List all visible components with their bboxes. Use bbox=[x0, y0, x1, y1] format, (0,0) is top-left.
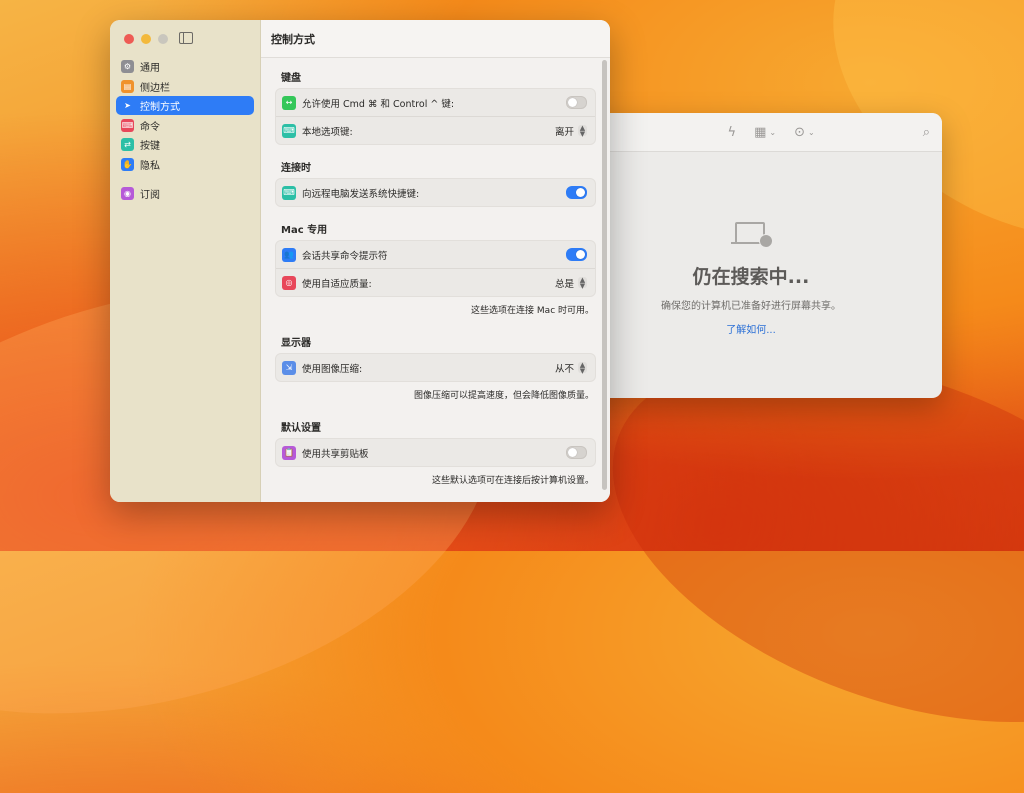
updown-chevron-icon: ▲ ▼ bbox=[578, 123, 587, 138]
sidebar-item-sidebar[interactable]: ▤ 侧边栏 bbox=[116, 77, 254, 96]
sidebar-icon: ▤ bbox=[121, 79, 134, 93]
section-title-defaults: 默认设置 bbox=[281, 423, 321, 434]
subscription-icon: ◉ bbox=[121, 187, 134, 200]
allow-cmd-toggle[interactable] bbox=[566, 96, 587, 109]
toolbar: ϟ ▦ ⌄ ⊙ ⌄ ⌕ bbox=[560, 113, 942, 152]
settings-group: ↔ 允许使用 Cmd ⌘ 和 Control ^ 键: ⌨ 本地选项键: 离开 … bbox=[275, 88, 596, 145]
sidebar-item-privacy[interactable]: ✋ 隐私 bbox=[116, 155, 254, 174]
laptop-clock-icon bbox=[731, 220, 773, 250]
sidebar-item-keys[interactable]: ⇄ 按键 bbox=[116, 135, 254, 154]
mac-only-note: 这些选项在连接 Mac 时可用。 bbox=[471, 306, 594, 316]
people-icon: 👥 bbox=[282, 247, 296, 262]
compression-row: ⇲ 使用图像压缩: 从不 ▲ ▼ bbox=[276, 354, 595, 381]
select-value: 从不 bbox=[554, 363, 574, 375]
sidebar-item-subscription[interactable]: ◉ 订阅 bbox=[116, 184, 254, 203]
searching-title: 仍在搜索中... bbox=[692, 266, 810, 288]
allow-cmd-row: ↔ 允许使用 Cmd ⌘ 和 Control ^ 键: bbox=[276, 89, 595, 116]
sidebar-item-control[interactable]: ➤ 控制方式 bbox=[116, 96, 254, 115]
updown-chevron-icon: ▲ ▼ bbox=[578, 360, 587, 375]
lightning-icon[interactable]: ϟ bbox=[728, 125, 737, 140]
share-prompt-row: 👥 会话共享命令提示符 bbox=[276, 241, 595, 268]
row-label: 使用共享剪贴板 bbox=[302, 448, 369, 460]
chevron-down-icon: ⌄ bbox=[769, 127, 777, 137]
adaptive-quality-select[interactable]: 总是 ▲ ▼ bbox=[555, 276, 587, 290]
grid-view-icon[interactable]: ▦ ⌄ bbox=[754, 125, 776, 140]
sidebar-item-label: 命令 bbox=[140, 121, 160, 133]
empty-state: 仍在搜索中... 确保您的计算机已准备好进行屏幕共享。 了解如何... bbox=[560, 152, 942, 336]
section-title-connected: 连接时 bbox=[281, 163, 311, 174]
settings-group: ⇲ 使用图像压缩: 从不 ▲ ▼ bbox=[275, 353, 596, 382]
sidebar: ⚙ 通用 ▤ 侧边栏 ➤ 控制方式 ⌨ 命令 ⇄ 按键 ✋ 隐私 ◉ 订阅 bbox=[110, 20, 261, 502]
close-button[interactable] bbox=[124, 34, 134, 44]
select-value: 总是 bbox=[554, 278, 574, 290]
display-note: 图像压缩可以提高速度，但会降低图像质量。 bbox=[413, 391, 594, 401]
sidebar-nav: ⚙ 通用 ▤ 侧边栏 ➤ 控制方式 ⌨ 命令 ⇄ 按键 ✋ 隐私 ◉ 订阅 bbox=[116, 57, 254, 204]
arrows-icon: ↔ bbox=[282, 95, 296, 110]
keys-icon: ⇄ bbox=[121, 138, 134, 151]
adaptive-quality-row: ◎ 使用自适应质量: 总是 ▲ ▼ bbox=[276, 268, 595, 296]
searching-subtitle: 确保您的计算机已准备好进行屏幕共享。 bbox=[661, 301, 841, 312]
clipboard-row: 📋 使用共享剪贴板 bbox=[276, 439, 595, 466]
more-icon[interactable]: ⊙ ⌄ bbox=[794, 125, 815, 140]
compression-select[interactable]: 从不 ▲ ▼ bbox=[555, 361, 587, 375]
minimize-button[interactable] bbox=[141, 34, 151, 44]
search-icon[interactable]: ⌕ bbox=[923, 125, 930, 140]
keyboard-icon: ⌨ bbox=[282, 185, 296, 200]
section-title-keyboard: 键盘 bbox=[281, 73, 301, 84]
keyboard-icon: ⌨ bbox=[121, 118, 134, 132]
sidebar-item-label: 侧边栏 bbox=[140, 82, 170, 94]
settings-content: 键盘 ↔ 允许使用 Cmd ⌘ 和 Control ^ 键: ⌨ 本地选项键: … bbox=[275, 58, 596, 502]
sidebar-item-label: 按键 bbox=[140, 141, 160, 152]
clipboard-icon: 📋 bbox=[282, 445, 296, 460]
settings-group: ⌨ 向远程电脑发送系统快捷键: bbox=[275, 178, 596, 207]
sidebar-item-commands[interactable]: ⌨ 命令 bbox=[116, 116, 254, 135]
defaults-note: 这些默认选项可在连接后按计算机设置。 bbox=[431, 476, 594, 486]
sidebar-item-label: 控制方式 bbox=[140, 102, 180, 113]
send-shortcuts-row: ⌨ 向远程电脑发送系统快捷键: bbox=[276, 179, 595, 206]
row-label: 本地选项键: bbox=[302, 126, 353, 138]
updown-chevron-icon: ▲ ▼ bbox=[578, 275, 587, 290]
settings-group: 👥 会话共享命令提示符 ◎ 使用自适应质量: 总是 ▲ ▼ bbox=[275, 240, 596, 297]
sidebar-item-label: 通用 bbox=[140, 63, 160, 74]
sidebar-item-label: 订阅 bbox=[140, 190, 160, 201]
row-label: 会话共享命令提示符 bbox=[302, 250, 388, 262]
hand-icon: ✋ bbox=[121, 157, 134, 171]
scrollbar[interactable] bbox=[602, 60, 607, 490]
learn-how-link[interactable]: 了解如何... bbox=[560, 321, 942, 336]
sidebar-item-label: 隐私 bbox=[140, 160, 160, 172]
keyboard-icon: ⌨ bbox=[282, 123, 296, 138]
send-shortcuts-toggle[interactable] bbox=[566, 186, 587, 199]
cursor-icon: ➤ bbox=[121, 99, 134, 112]
sidebar-item-general[interactable]: ⚙ 通用 bbox=[116, 57, 254, 76]
page-title: 控制方式 bbox=[261, 20, 610, 58]
chevron-down-icon: ⌄ bbox=[808, 127, 815, 137]
settings-window: ⚙ 通用 ▤ 侧边栏 ➤ 控制方式 ⌨ 命令 ⇄ 按键 ✋ 隐私 ◉ 订阅 控制… bbox=[110, 20, 610, 502]
screen-sharing-window[interactable]: ϟ ▦ ⌄ ⊙ ⌄ ⌕ 仍在搜索中... 确保您的计算机已准备好进行屏幕共享。 了解… bbox=[560, 113, 942, 398]
local-option-select[interactable]: 离开 ▲ ▼ bbox=[555, 124, 587, 138]
row-label: 允许使用 Cmd ⌘ 和 Control ^ 键: bbox=[302, 98, 455, 110]
share-prompt-toggle[interactable] bbox=[566, 248, 587, 261]
sidebar-toggle-icon[interactable] bbox=[179, 32, 193, 44]
row-label: 使用图像压缩: bbox=[302, 363, 363, 375]
main-pane: 控制方式 键盘 ↔ 允许使用 Cmd ⌘ 和 Control ^ 键: ⌨ 本地… bbox=[261, 20, 610, 502]
quality-icon: ◎ bbox=[282, 275, 296, 290]
row-label: 使用自适应质量: bbox=[302, 278, 372, 290]
compress-icon: ⇲ bbox=[282, 360, 296, 375]
clipboard-toggle[interactable] bbox=[566, 446, 587, 459]
section-title-mac-only: Mac 专用 bbox=[281, 225, 328, 236]
local-option-row: ⌨ 本地选项键: 离开 ▲ ▼ bbox=[276, 116, 595, 144]
settings-group: 📋 使用共享剪贴板 bbox=[275, 438, 596, 467]
zoom-button[interactable] bbox=[158, 34, 168, 44]
select-value: 离开 bbox=[554, 126, 574, 138]
gear-icon: ⚙ bbox=[121, 60, 134, 73]
row-label: 向远程电脑发送系统快捷键: bbox=[302, 188, 420, 200]
window-controls bbox=[124, 34, 168, 44]
section-title-display: 显示器 bbox=[281, 338, 311, 349]
